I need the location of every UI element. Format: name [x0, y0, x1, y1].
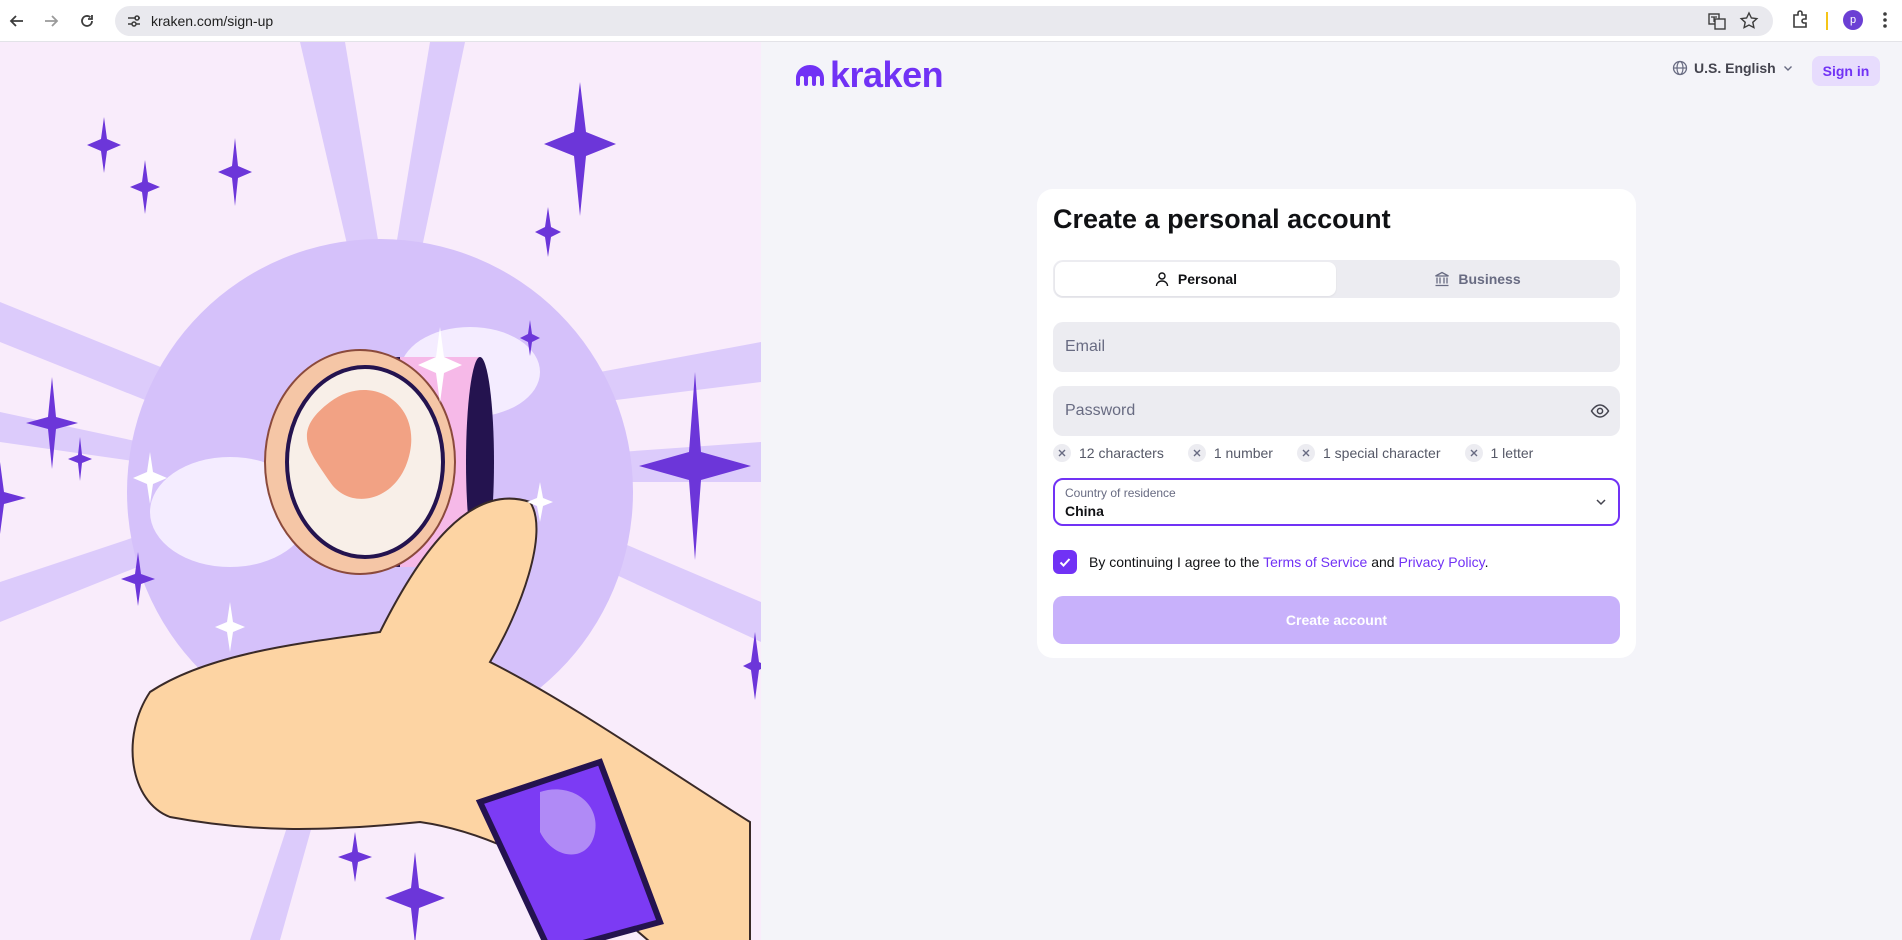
- requirement-item: 1 letter: [1464, 444, 1534, 462]
- globe-icon: [1672, 60, 1688, 76]
- address-bar[interactable]: kraken.com/sign-up: [115, 6, 1773, 36]
- consent-text: By continuing I agree to the Terms of Se…: [1089, 554, 1488, 570]
- logo-wordmark: kraken: [830, 54, 944, 95]
- toolbar-divider: [1826, 12, 1828, 30]
- consent-and: and: [1371, 554, 1395, 570]
- country-value: China: [1065, 503, 1104, 519]
- close-icon: [1187, 444, 1206, 462]
- tab-business[interactable]: Business: [1337, 262, 1618, 296]
- reload-button[interactable]: [74, 8, 100, 34]
- sign-in-button[interactable]: Sign in: [1812, 56, 1880, 86]
- requirement-item: 12 characters: [1053, 444, 1164, 462]
- chevron-down-icon: [1783, 66, 1792, 71]
- close-icon: [1296, 444, 1315, 462]
- requirement-label: 1 letter: [1490, 445, 1534, 461]
- terms-checkbox[interactable]: [1053, 550, 1077, 574]
- url-text: kraken.com/sign-up: [151, 13, 274, 29]
- hero-illustration: [0, 42, 761, 940]
- password-requirements: 12 characters 1 number 1 special charact…: [1053, 444, 1533, 462]
- requirement-label: 12 characters: [1079, 445, 1164, 461]
- hand-holding-coin-illustration: [0, 42, 761, 940]
- tab-personal-label: Personal: [1177, 271, 1238, 287]
- tab-personal[interactable]: Personal: [1055, 262, 1336, 296]
- password-field[interactable]: Password: [1053, 386, 1620, 436]
- requirement-item: 1 number: [1187, 444, 1273, 462]
- show-password-eye-icon[interactable]: [1590, 401, 1610, 421]
- kraken-logo-icon: [796, 65, 824, 86]
- consent-suffix: .: [1484, 554, 1489, 570]
- password-placeholder: Password: [1065, 402, 1136, 419]
- bookmark-star-icon[interactable]: [1739, 11, 1759, 31]
- language-selector[interactable]: U.S. English: [1672, 60, 1794, 76]
- checkmark-icon: [1059, 558, 1071, 567]
- translate-icon[interactable]: [1707, 11, 1727, 31]
- forward-button[interactable]: [38, 8, 64, 34]
- browser-toolbar: kraken.com/sign-up p: [0, 0, 1902, 42]
- requirement-label: 1 special character: [1322, 445, 1441, 461]
- requirement-label: 1 number: [1213, 445, 1273, 461]
- close-icon: [1053, 444, 1071, 462]
- email-field[interactable]: Email: [1053, 322, 1620, 372]
- reload-icon: [81, 15, 93, 27]
- country-select[interactable]: Country of residence China: [1053, 478, 1620, 526]
- kraken-logo[interactable]: kraken: [794, 54, 944, 96]
- bank-icon: [1435, 271, 1450, 287]
- consent-prefix: By continuing I agree to the: [1089, 554, 1260, 570]
- browser-menu-icon[interactable]: [1882, 10, 1888, 30]
- chevron-down-icon: [1596, 499, 1606, 506]
- create-account-button[interactable]: Create account: [1053, 596, 1620, 644]
- terms-of-service-link[interactable]: Terms of Service: [1263, 554, 1367, 570]
- country-label: Country of residence: [1065, 486, 1176, 500]
- user-icon: [1155, 272, 1169, 287]
- email-placeholder: Email: [1065, 338, 1106, 355]
- page-title: Create a personal account: [1053, 204, 1391, 234]
- tab-business-label: Business: [1458, 271, 1521, 287]
- account-type-tabs: Personal Business: [1053, 260, 1620, 298]
- requirement-item: 1 special character: [1296, 444, 1441, 462]
- site-settings-icon[interactable]: [125, 12, 143, 30]
- signup-card: Create a personal account Personal Busin…: [1037, 189, 1636, 658]
- back-button[interactable]: [4, 8, 30, 34]
- terms-consent: By continuing I agree to the Terms of Se…: [1053, 550, 1488, 574]
- language-label: U.S. English: [1694, 60, 1776, 76]
- profile-avatar[interactable]: p: [1843, 10, 1863, 30]
- forward-arrow-icon: [45, 15, 59, 27]
- back-arrow-icon: [9, 15, 23, 27]
- privacy-policy-link[interactable]: Privacy Policy: [1398, 554, 1484, 570]
- extensions-puzzle-icon[interactable]: [1790, 9, 1810, 29]
- close-icon: [1464, 444, 1483, 462]
